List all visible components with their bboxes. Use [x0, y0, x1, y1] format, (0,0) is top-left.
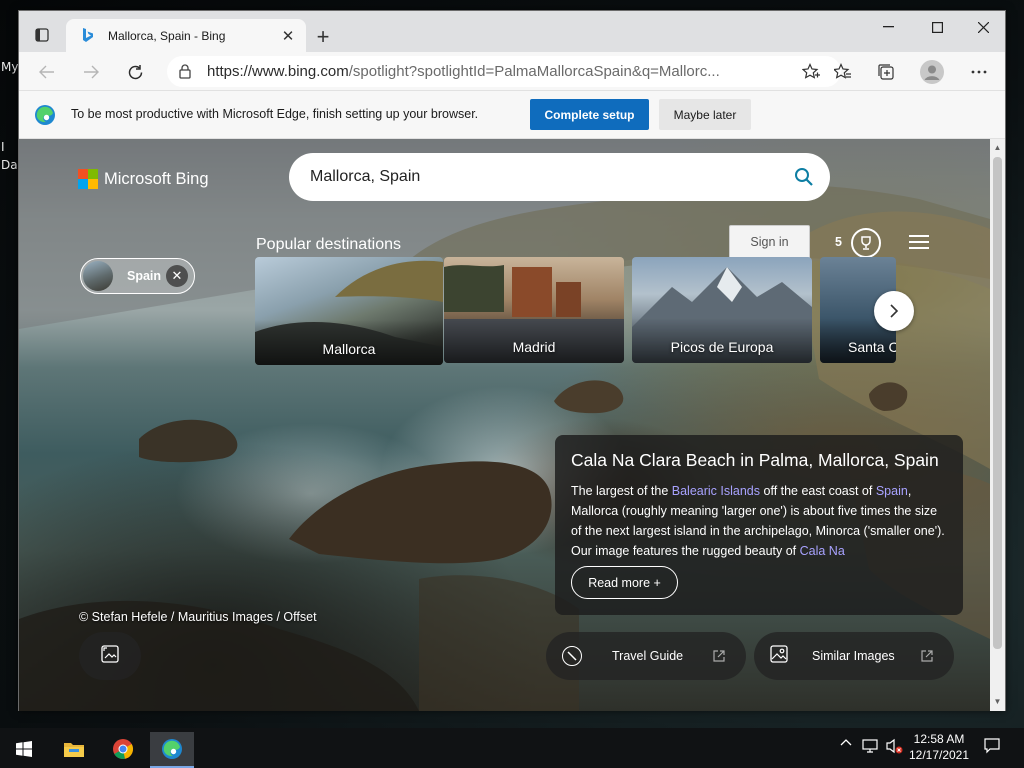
- bing-wordmark: Microsoft Bing: [104, 169, 209, 188]
- external-link-icon: [920, 649, 934, 663]
- setup-infobar: To be most productive with Microsoft Edg…: [19, 91, 1005, 139]
- close-icon[interactable]: ✕: [166, 265, 188, 287]
- travel-guide-button[interactable]: Travel Guide: [546, 632, 746, 680]
- clock-time: 12:58 AM: [913, 732, 965, 746]
- back-icon[interactable]: [32, 57, 62, 87]
- start-windows-icon[interactable]: [2, 732, 46, 766]
- external-link-icon: [712, 649, 726, 663]
- scroll-thumb[interactable]: [993, 157, 1002, 649]
- complete-setup-button[interactable]: Complete setup: [530, 99, 649, 130]
- info-text: The largest of the: [571, 484, 672, 498]
- destination-label: Santa C: [848, 339, 896, 355]
- volume-muted-icon[interactable]: [884, 738, 904, 754]
- maximize-icon[interactable]: [914, 11, 960, 43]
- background-scene: [19, 139, 990, 711]
- sign-in-button[interactable]: Sign in: [729, 225, 810, 259]
- system-clock[interactable]: 12:58 AM 12/17/2021: [904, 731, 974, 763]
- microsoft-logo-icon: [78, 169, 98, 189]
- show-hidden-icons-icon[interactable]: [838, 738, 854, 746]
- chip-label: Spain: [127, 269, 162, 283]
- vertical-scrollbar[interactable]: ▲ ▼: [990, 139, 1005, 711]
- bing-spotlight-page: Microsoft Bing Sign in 5 Spain ✕ Popular…: [19, 139, 990, 711]
- profile-avatar[interactable]: [918, 58, 946, 86]
- edge-logo-icon: [34, 104, 56, 126]
- bing-logo[interactable]: Microsoft Bing: [78, 169, 209, 189]
- search-box: [289, 153, 830, 201]
- desktop-icon-label[interactable]: My: [1, 60, 18, 74]
- image-credit: © Stefan Hefele / Mauritius Images / Off…: [79, 610, 317, 624]
- forward-icon[interactable]: [76, 57, 106, 87]
- tab-close-icon[interactable]: ✕: [276, 24, 300, 48]
- carousel-next-button[interactable]: [874, 291, 914, 331]
- file-explorer-icon[interactable]: [52, 732, 96, 766]
- lock-icon[interactable]: [177, 64, 193, 80]
- taskbar: 12:58 AM 12/17/2021: [0, 728, 1024, 768]
- add-favorite-icon[interactable]: [797, 58, 825, 86]
- search-icon[interactable]: [794, 167, 814, 187]
- browser-toolbar: https://www.bing.com/spotlight?spotlight…: [19, 52, 1005, 91]
- tab-title: Mallorca, Spain - Bing: [108, 28, 226, 43]
- minimize-icon[interactable]: [865, 11, 911, 43]
- rewards-trophy-icon[interactable]: [851, 228, 881, 258]
- clock-date: 12/17/2021: [908, 748, 970, 762]
- browser-window: Mallorca, Spain - Bing ✕ + https://www.b…: [18, 10, 1006, 711]
- menu-icon[interactable]: [909, 235, 929, 249]
- chip-thumbnail: [83, 261, 113, 291]
- travel-guide-label: Travel Guide: [612, 649, 684, 663]
- destination-card[interactable]: Madrid: [444, 257, 624, 363]
- collections-icon[interactable]: [872, 58, 900, 86]
- tab-strip: Mallorca, Spain - Bing ✕ +: [19, 11, 1005, 52]
- refresh-icon[interactable]: [120, 57, 150, 87]
- info-card-title: Cala Na Clara Beach in Palma, Mallorca, …: [571, 450, 939, 470]
- desktop-icon-label[interactable]: I: [1, 140, 5, 154]
- destination-card[interactable]: Picos de Europa: [632, 257, 812, 363]
- address-bar[interactable]: https://www.bing.com/spotlight?spotlight…: [167, 56, 841, 87]
- destination-label: Mallorca: [322, 341, 376, 357]
- more-options-icon[interactable]: [965, 58, 993, 86]
- info-text: off the east coast of: [760, 484, 876, 498]
- image-view-button[interactable]: [79, 632, 141, 680]
- browser-tab[interactable]: Mallorca, Spain - Bing ✕: [66, 19, 306, 52]
- desktop-icon-label[interactable]: Da: [1, 158, 18, 172]
- image-icon: [770, 644, 788, 668]
- popular-destinations-title: Popular destinations: [256, 236, 401, 253]
- image-icon: [101, 644, 119, 668]
- compass-icon: [562, 646, 582, 666]
- destination-label: Madrid: [512, 339, 556, 355]
- new-tab-icon[interactable]: +: [310, 24, 336, 50]
- url-text[interactable]: https://www.bing.com/spotlight?spotlight…: [207, 63, 767, 80]
- maybe-later-button[interactable]: Maybe later: [659, 99, 751, 130]
- similar-images-label: Similar Images: [812, 649, 895, 663]
- destination-card[interactable]: Mallorca: [255, 257, 443, 365]
- edge-taskbar-icon[interactable]: [150, 732, 194, 768]
- info-card-body: The largest of the Balearic Islands off …: [571, 481, 947, 561]
- cala-na-link[interactable]: Cala Na: [800, 544, 845, 558]
- url-path: /spotlight?spotlightId=PalmaMallorcaSpai…: [348, 63, 720, 80]
- destination-label: Picos de Europa: [670, 339, 774, 355]
- filter-chip-spain[interactable]: Spain ✕: [80, 258, 195, 294]
- similar-images-button[interactable]: Similar Images: [754, 632, 954, 680]
- tab-actions-icon[interactable]: [28, 23, 56, 47]
- close-window-icon[interactable]: [960, 11, 1006, 43]
- info-card: Cala Na Clara Beach in Palma, Mallorca, …: [555, 435, 963, 615]
- spain-link[interactable]: Spain: [876, 484, 908, 498]
- url-host: https://www.bing.com: [207, 63, 349, 80]
- infobar-message: To be most productive with Microsoft Edg…: [71, 107, 479, 121]
- scroll-up-icon[interactable]: ▲: [993, 143, 1002, 152]
- bing-favicon-icon: [80, 28, 96, 44]
- chrome-icon[interactable]: [101, 732, 145, 766]
- notifications-icon[interactable]: [982, 738, 1002, 754]
- scroll-down-icon[interactable]: ▼: [993, 697, 1002, 706]
- read-more-button[interactable]: Read more +: [571, 566, 678, 599]
- favorites-icon[interactable]: [829, 58, 857, 86]
- search-input[interactable]: [310, 168, 770, 186]
- balearic-islands-link[interactable]: Balearic Islands: [672, 484, 760, 498]
- rewards-points[interactable]: 5: [835, 235, 842, 249]
- network-icon[interactable]: [860, 738, 882, 754]
